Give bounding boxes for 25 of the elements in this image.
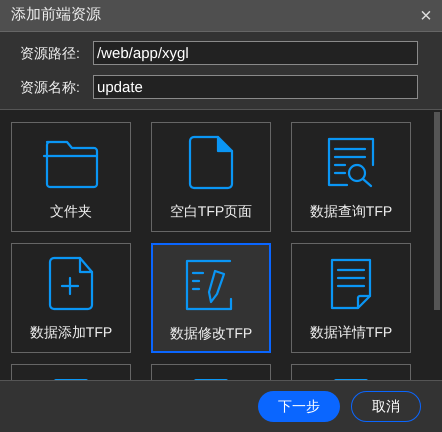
template-tile[interactable]: 数据添加TFP (11, 243, 131, 353)
tile-label: 数据查询TFP (310, 202, 392, 221)
document-add-icon (46, 256, 96, 312)
template-tile[interactable]: 空白TFP页面 (151, 122, 271, 232)
field-label: 资源路径: (19, 44, 81, 62)
field-label: 资源名称: (19, 78, 81, 96)
template-tile[interactable]: 数据修改TFP (151, 243, 271, 353)
close-button[interactable]: × (416, 6, 436, 26)
cancel-button[interactable]: 取消 (351, 391, 421, 422)
template-tile[interactable]: 数据详情TFP (291, 243, 411, 353)
next-button[interactable]: 下一步 (258, 391, 340, 422)
tile-label: 数据详情TFP (310, 323, 392, 342)
window-title: 添加前端资源 (11, 5, 101, 26)
document-search-icon (325, 137, 377, 189)
tile-label: 数据添加TFP (30, 323, 112, 342)
template-tile[interactable]: 文件夹 (11, 122, 131, 232)
document-icon (186, 135, 236, 191)
document-lines-icon (328, 258, 374, 310)
template-tile[interactable]: 数据查询TFP (291, 122, 411, 232)
scrollbar[interactable] (434, 112, 440, 310)
tile-label: 空白TFP页面 (170, 202, 252, 221)
text-field[interactable]: update (93, 75, 418, 99)
text-field[interactable]: /web/app/xygl (93, 41, 418, 65)
tile-label: 数据修改TFP (170, 324, 252, 343)
tile-label: 文件夹 (50, 202, 92, 221)
